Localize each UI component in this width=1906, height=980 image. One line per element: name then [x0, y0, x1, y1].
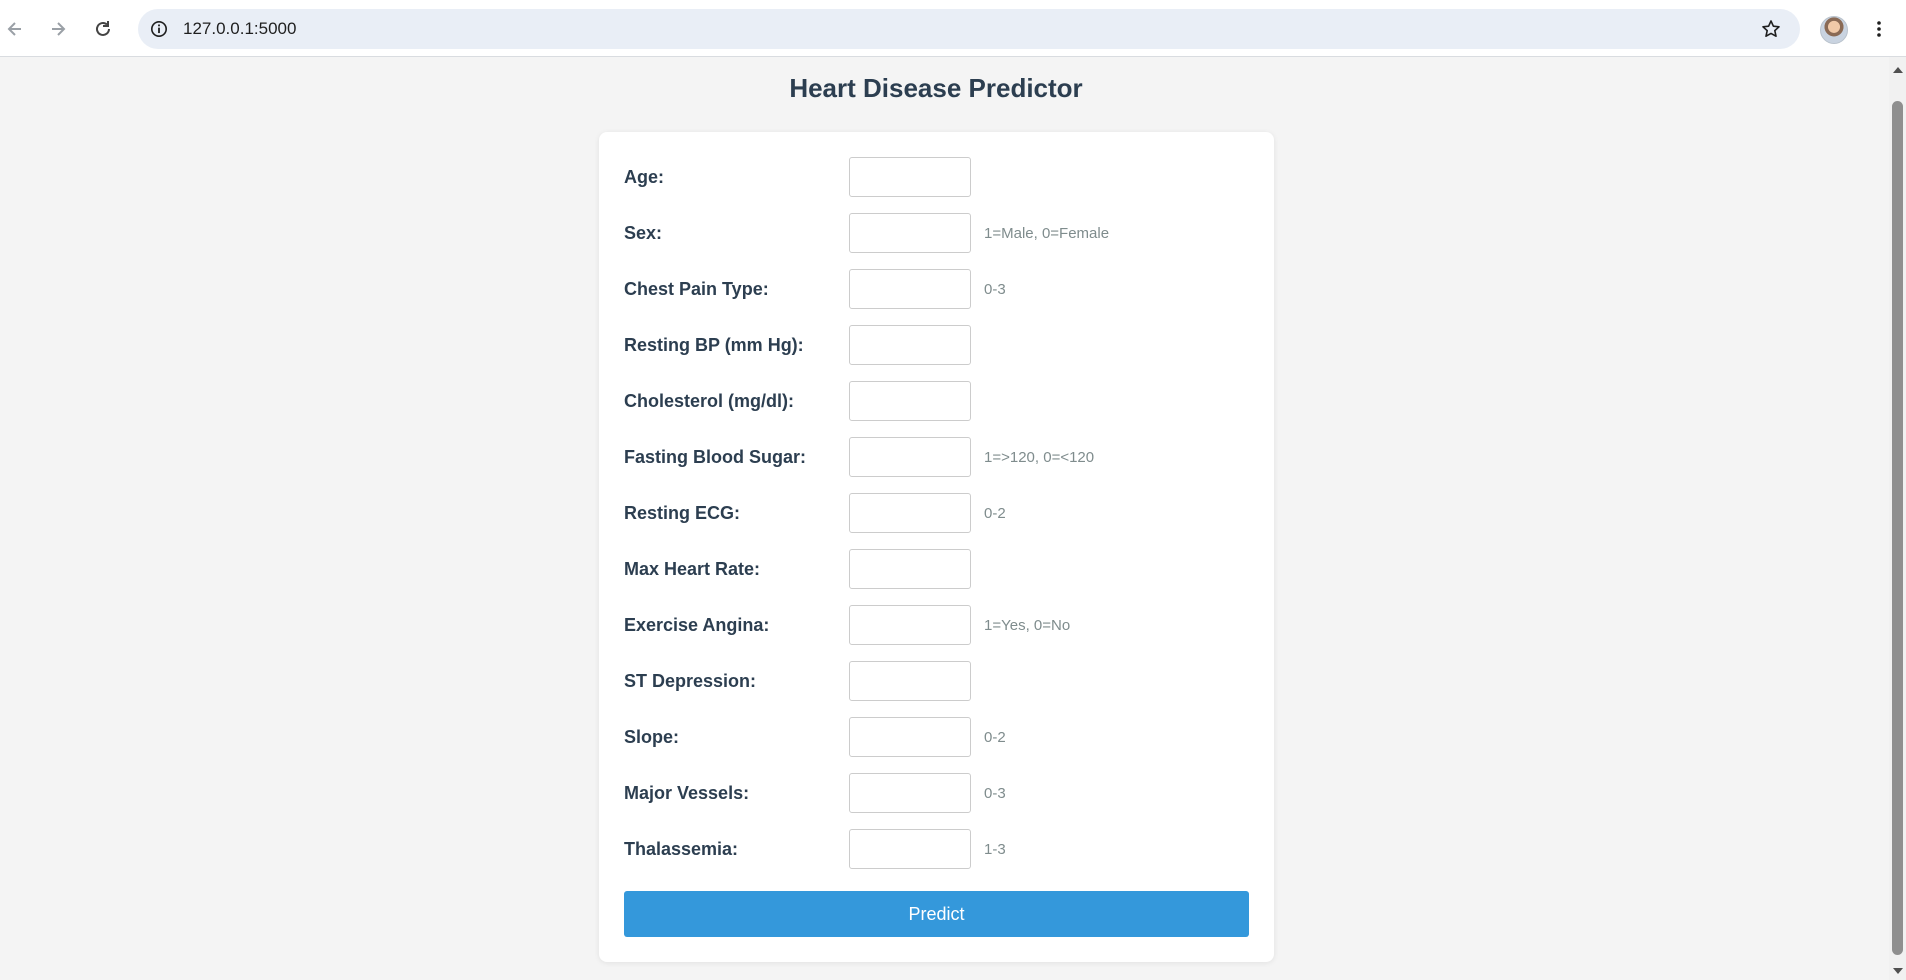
predict-button[interactable]: Predict	[624, 891, 1249, 937]
url-text: 127.0.0.1:5000	[183, 19, 297, 38]
form-row: Thalassemia: 1-3	[624, 829, 1254, 869]
field-label: Major Vessels:	[624, 783, 750, 803]
form-row: ST Depression:	[624, 661, 1254, 701]
field-input[interactable]	[849, 661, 971, 701]
field-hint: 1-3	[984, 841, 1006, 858]
form-row: Age:	[624, 157, 1254, 197]
field-input[interactable]	[849, 605, 971, 645]
form-row: Resting ECG: 0-2	[624, 493, 1254, 533]
page-title: Heart Disease Predictor	[789, 73, 1083, 103]
field-label: Slope:	[624, 727, 680, 747]
field-input[interactable]	[849, 381, 971, 421]
field-label: Resting BP (mm Hg):	[624, 335, 804, 355]
field-label: Chest Pain Type:	[624, 279, 769, 299]
form-row: Exercise Angina: 1=Yes, 0=No	[624, 605, 1254, 645]
field-hint: 1=>120, 0=<120	[984, 449, 1095, 466]
field-label: Fasting Blood Sugar:	[624, 447, 806, 467]
field-label: ST Depression:	[624, 671, 757, 691]
field-input[interactable]	[849, 829, 971, 869]
field-input[interactable]	[849, 269, 971, 309]
form-row: Cholesterol (mg/dl):	[624, 381, 1254, 421]
field-input[interactable]	[849, 549, 971, 589]
scroll-down-arrow-icon[interactable]	[1893, 968, 1903, 974]
field-hint: 0-2	[984, 505, 1006, 522]
site-info-icon[interactable]	[148, 18, 170, 40]
forward-button[interactable]	[43, 14, 73, 44]
field-label: Thalassemia:	[624, 839, 739, 859]
form-row: Major Vessels: 0-3	[624, 773, 1254, 813]
field-hint: 0-3	[984, 785, 1006, 802]
back-button[interactable]	[0, 14, 30, 44]
browser-toolbar: 127.0.0.1:5000	[0, 0, 1906, 57]
field-hint: 1=Yes, 0=No	[984, 617, 1071, 634]
field-label: Age:	[624, 167, 664, 187]
field-input[interactable]	[849, 213, 971, 253]
forward-arrow-icon	[52, 22, 66, 36]
form-row: Sex: 1=Male, 0=Female	[624, 213, 1254, 253]
reload-icon	[96, 21, 110, 36]
field-label: Cholesterol (mg/dl):	[624, 391, 794, 411]
form-row: Fasting Blood Sugar: 1=>120, 0=<120	[624, 437, 1254, 477]
scroll-up-arrow-icon[interactable]	[1893, 67, 1903, 73]
form-row: Max Heart Rate:	[624, 549, 1254, 589]
field-input[interactable]	[849, 437, 971, 477]
field-label: Max Heart Rate:	[624, 559, 761, 579]
scroll-thumb[interactable]	[1892, 101, 1903, 955]
field-input[interactable]	[849, 773, 971, 813]
field-label: Exercise Angina:	[624, 615, 770, 635]
address-bar[interactable]: 127.0.0.1:5000	[138, 9, 1800, 49]
form-row: Chest Pain Type: 0-3	[624, 269, 1254, 309]
field-hint: 0-2	[984, 729, 1006, 746]
form-row: Resting BP (mm Hg):	[624, 325, 1254, 365]
reload-button[interactable]	[88, 14, 118, 44]
field-label: Sex:	[624, 223, 663, 243]
field-label: Resting ECG:	[624, 503, 741, 523]
browser-menu-button[interactable]	[1866, 16, 1892, 42]
field-input[interactable]	[849, 325, 971, 365]
field-input[interactable]	[849, 717, 971, 757]
page-scrollbar[interactable]	[1889, 57, 1906, 980]
field-input[interactable]	[849, 157, 971, 197]
profile-avatar[interactable]	[1820, 16, 1848, 44]
kebab-menu-icon	[1877, 21, 1881, 37]
field-hint: 0-3	[984, 281, 1006, 298]
field-hint: 1=Male, 0=Female	[984, 225, 1110, 242]
bookmark-star-icon[interactable]	[1760, 18, 1782, 40]
prediction-form: Age: Sex: 1=Male, 0=Female Chest Pain Type:…	[599, 132, 1274, 962]
back-arrow-icon	[7, 22, 21, 36]
field-input[interactable]	[849, 493, 971, 533]
form-row: Slope: 0-2	[624, 717, 1254, 757]
